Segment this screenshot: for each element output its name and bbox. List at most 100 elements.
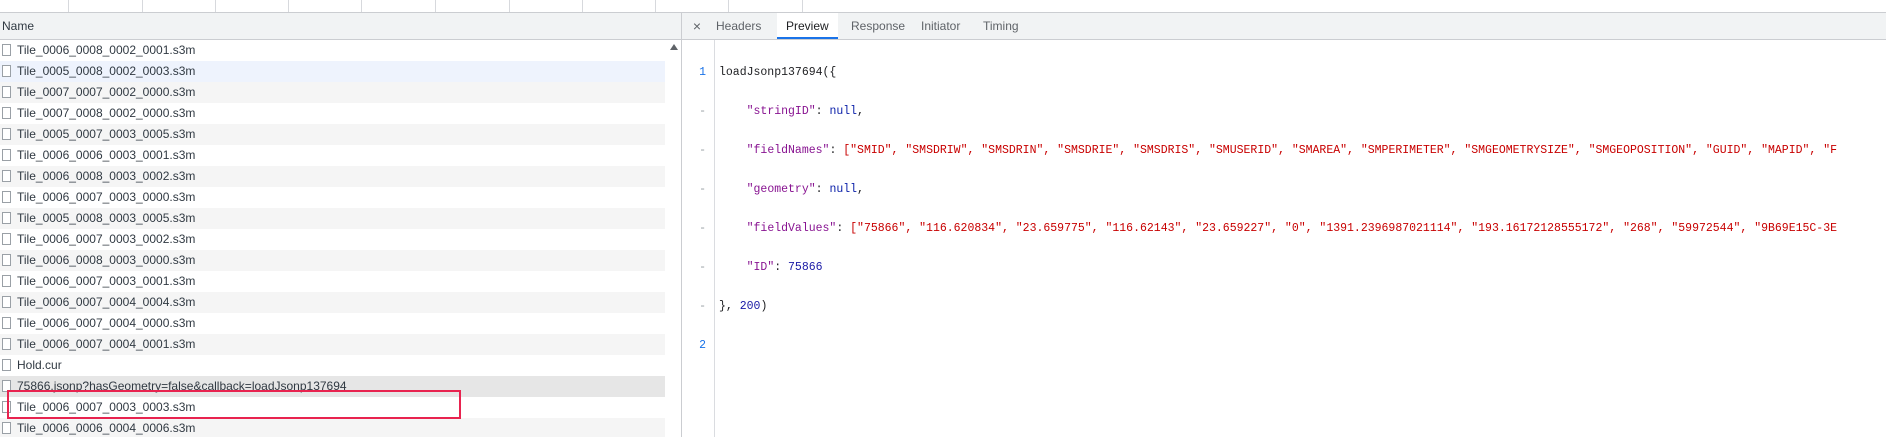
request-row[interactable]: Tile_0006_0007_0003_0000.s3m	[0, 187, 665, 208]
request-details-pane: × Headers Preview Response Initiator Tim…	[682, 13, 1886, 437]
request-name: Tile_0006_0007_0003_0002.s3m	[17, 232, 196, 246]
file-icon	[2, 338, 11, 350]
file-icon	[2, 128, 11, 140]
file-icon	[2, 149, 11, 161]
fold-marker[interactable]: -	[682, 222, 714, 235]
request-row[interactable]: Tile_0005_0008_0003_0005.s3m	[0, 208, 665, 229]
line-number: 2	[699, 339, 706, 352]
name-column-label: Name	[2, 19, 35, 33]
request-row[interactable]: Tile_0006_0007_0003_0001.s3m	[0, 271, 665, 292]
file-icon	[2, 359, 11, 371]
request-row[interactable]: Tile_0006_0006_0003_0001.s3m	[0, 145, 665, 166]
overview-grid-tick	[582, 0, 583, 12]
overview-grid-tick	[435, 0, 436, 12]
json-value: 75866	[788, 261, 823, 274]
request-row[interactable]: Tile_0006_0007_0003_0002.s3m	[0, 229, 665, 250]
request-row[interactable]: Tile_0006_0007_0004_0001.s3m	[0, 334, 665, 355]
request-name: Tile_0006_0007_0004_0000.s3m	[17, 316, 196, 330]
line-number: 1	[699, 66, 706, 79]
fold-marker[interactable]: -	[682, 300, 714, 313]
scroll-up-arrow-icon[interactable]	[670, 44, 678, 50]
code-line: "fieldValues": ["75866", "116.620834", "…	[746, 222, 1838, 235]
jsonp-callback: loadJsonp137694({	[719, 66, 837, 79]
file-icon	[2, 212, 11, 224]
close-icon[interactable]: ×	[690, 13, 704, 39]
overview-grid-tick	[361, 0, 362, 12]
request-row[interactable]: Tile_0006_0006_0004_0006.s3m	[0, 418, 665, 437]
request-row[interactable]: Tile_0006_0008_0003_0000.s3m	[0, 250, 665, 271]
closing-paren: )	[760, 300, 768, 313]
details-tabbar: × Headers Preview Response Initiator Tim…	[682, 13, 1886, 40]
request-row[interactable]: Tile_0006_0008_0003_0002.s3m	[0, 166, 665, 187]
overview-grid-tick	[509, 0, 510, 12]
fold-marker[interactable]: -	[682, 183, 714, 196]
tab-response[interactable]: Response	[842, 13, 914, 39]
request-name: Tile_0006_0007_0003_0000.s3m	[17, 190, 196, 204]
request-name: Tile_0007_0008_0002_0000.s3m	[17, 106, 196, 120]
json-value: null	[829, 105, 858, 118]
code-line: "fieldNames": ["SMID", "SMSDRIW", "SMSDR…	[746, 144, 1838, 157]
request-list-scrollbar[interactable]	[667, 40, 681, 437]
code-line: "stringID": null,	[746, 105, 864, 118]
tab-timing[interactable]: Timing	[974, 13, 1028, 39]
file-icon	[2, 107, 11, 119]
request-row[interactable]: Tile_0006_0007_0004_0004.s3m	[0, 292, 665, 313]
file-icon	[2, 254, 11, 266]
request-name: Tile_0006_0007_0004_0004.s3m	[17, 295, 196, 309]
request-name: Tile_0006_0008_0003_0002.s3m	[17, 169, 196, 183]
network-overview-timeline[interactable]	[0, 0, 1886, 13]
file-icon	[2, 233, 11, 245]
file-icon	[2, 317, 11, 329]
file-icon	[2, 86, 11, 98]
file-icon	[2, 422, 11, 434]
request-row[interactable]: Tile_0005_0008_0002_0003.s3m	[0, 61, 665, 82]
request-row[interactable]: Tile_0007_0008_0002_0000.s3m	[0, 103, 665, 124]
name-column-header[interactable]: Name	[0, 13, 681, 40]
fold-marker[interactable]: -	[682, 105, 714, 118]
request-row[interactable]: Tile_0006_0007_0004_0000.s3m	[0, 313, 665, 334]
overview-grid-tick	[728, 0, 729, 12]
overview-grid-tick	[802, 0, 803, 12]
file-icon	[2, 44, 11, 56]
request-row[interactable]: Tile_0006_0008_0002_0001.s3m	[0, 40, 665, 61]
request-row[interactable]: Tile_0005_0007_0003_0005.s3m	[0, 124, 665, 145]
code-lines: loadJsonp137694({ "stringID": null, "fie…	[719, 40, 1837, 339]
code-line: "geometry": null,	[746, 183, 864, 196]
json-key: "fieldNames"	[746, 144, 830, 157]
code-line: "ID": 75866	[746, 261, 823, 274]
overview-grid-tick	[142, 0, 143, 12]
file-icon	[2, 296, 11, 308]
request-row[interactable]: Tile_0007_0007_0002_0000.s3m	[0, 82, 665, 103]
request-name: Tile_0005_0007_0003_0005.s3m	[17, 127, 196, 141]
json-key: "geometry"	[746, 183, 816, 196]
fold-marker[interactable]: -	[682, 144, 714, 157]
json-value: null	[829, 183, 858, 196]
tab-preview[interactable]: Preview	[777, 13, 838, 39]
preview-code-view[interactable]: 1 - - - - - - 2 loadJsonp137694({ "strin…	[682, 40, 1886, 437]
annotation-highlight-box	[7, 390, 461, 419]
json-key: "fieldValues"	[746, 222, 837, 235]
code-line: loadJsonp137694({	[719, 66, 1837, 79]
request-name: Tile_0006_0007_0004_0001.s3m	[17, 337, 196, 351]
json-value: ["75866", "116.620834", "23.659775", "11…	[850, 222, 1838, 235]
request-name: Tile_0006_0006_0004_0006.s3m	[17, 421, 196, 435]
tab-initiator[interactable]: Initiator	[912, 13, 969, 39]
request-row[interactable]: Hold.cur	[0, 355, 665, 376]
json-key: "ID"	[746, 261, 775, 274]
request-name: Tile_0005_0008_0003_0005.s3m	[17, 211, 196, 225]
request-list-pane: Name Tile_0006_0008_0002_0001.s3m Tile_0…	[0, 13, 682, 437]
request-name: Tile_0006_0006_0003_0001.s3m	[17, 148, 196, 162]
tab-headers[interactable]: Headers	[707, 13, 770, 39]
file-icon	[2, 275, 11, 287]
request-name: Tile_0006_0008_0003_0000.s3m	[17, 253, 196, 267]
request-name: Tile_0006_0007_0003_0001.s3m	[17, 274, 196, 288]
request-name: Tile_0005_0008_0002_0003.s3m	[17, 64, 196, 78]
request-name: Hold.cur	[17, 358, 62, 372]
overview-grid-tick	[68, 0, 69, 12]
request-name: Tile_0006_0008_0002_0001.s3m	[17, 43, 196, 57]
overview-grid-tick	[288, 0, 289, 12]
closing-brace: },	[719, 300, 740, 313]
status-number: 200	[739, 300, 761, 313]
fold-marker[interactable]: -	[682, 261, 714, 274]
code-line: }, 200)	[719, 300, 1837, 313]
